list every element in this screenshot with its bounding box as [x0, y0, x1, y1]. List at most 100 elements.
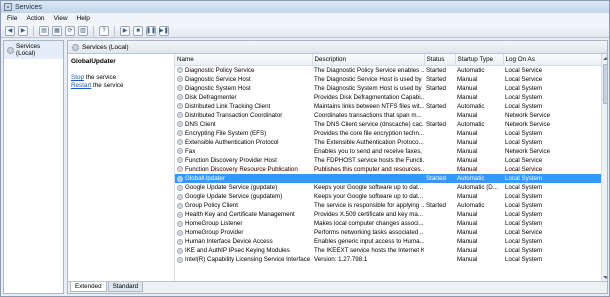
service-gear-icon: [177, 220, 183, 227]
console-tree: Services (Local): [3, 40, 64, 294]
menu-help[interactable]: Help: [77, 15, 90, 22]
cell-status: Started: [426, 84, 446, 92]
cell-log-on-as: Local System: [505, 220, 543, 228]
stop-service-link[interactable]: Stop: [71, 74, 84, 81]
service-gear-icon: [177, 238, 183, 245]
menu-action[interactable]: Action: [26, 15, 44, 22]
cell-status: [424, 228, 455, 237]
cell-startup-type: Automatic (D...: [457, 184, 498, 192]
cell-startup-type: Manual: [457, 84, 478, 92]
cell-status: [424, 183, 455, 192]
table-row[interactable]: Google Update Service (gupdatem) Keeps yo…: [175, 192, 602, 201]
tab-standard[interactable]: Standard: [107, 282, 144, 292]
table-row[interactable]: Function Discovery Resource Publication P…: [175, 165, 602, 174]
table-row[interactable]: Distributed Transaction Coordinator Coord…: [175, 111, 602, 120]
window-title: Services: [15, 3, 42, 11]
table-row[interactable]: Encrypting File System (EFS) Provides the…: [175, 129, 602, 138]
table-row[interactable]: Function Discovery Provider Host The FDPH…: [175, 156, 602, 165]
column-header-startup-type[interactable]: Startup Type: [455, 54, 504, 66]
menu-view[interactable]: View: [54, 15, 68, 22]
start-icon[interactable]: ▶: [120, 25, 130, 36]
column-header-description[interactable]: Description: [312, 54, 425, 66]
cell-name: Google Update Service (gupdate): [175, 183, 312, 192]
table-row[interactable]: Diagnostic System Host The Diagnostic Sys…: [175, 84, 602, 93]
service-gear-icon: [177, 247, 183, 254]
service-gear-icon: [177, 256, 183, 263]
vertical-scrollbar[interactable]: [601, 54, 607, 282]
cell-startup-type: Manual: [457, 229, 478, 237]
scrollbar-thumb[interactable]: [603, 64, 607, 104]
cell-description: [312, 174, 424, 184]
cell-startup-type: Manual: [457, 147, 478, 155]
service-details-pane: GlobalUpdater Stop the service Restart t…: [68, 54, 173, 282]
stop-action-text: the service: [83, 74, 117, 81]
forward-icon[interactable]: ▶: [18, 25, 28, 36]
service-gear-icon: [177, 193, 183, 200]
cell-name: Function Discovery Resource Publication: [175, 165, 312, 174]
scroll-up-icon[interactable]: [603, 57, 607, 60]
cell-status: [424, 192, 455, 201]
cell-log-on-as: Local System: [505, 184, 543, 192]
scroll-down-icon[interactable]: [603, 276, 607, 279]
table-row[interactable]: HomeGroup Provider Performs networking ta…: [175, 228, 602, 237]
service-name: Human Interface Device Access: [185, 238, 273, 246]
restart-service-link[interactable]: Restart: [71, 82, 91, 89]
stop-icon[interactable]: ■: [133, 25, 143, 36]
pause-icon[interactable]: ❚❚: [146, 25, 156, 36]
cell-log-on-as: Local Service: [505, 66, 543, 74]
cell-log-on-as: Local System: [505, 193, 543, 201]
table-row[interactable]: Distributed Link Tracking Client Maintain…: [175, 102, 602, 111]
service-gear-icon: [177, 121, 183, 128]
help-icon[interactable]: ?: [99, 25, 109, 36]
table-row[interactable]: Fax Enables you to send and receive faxes…: [175, 147, 602, 156]
table-row[interactable]: Diagnostic Service Host The Diagnostic Se…: [175, 75, 602, 84]
tab-extended[interactable]: Extended: [70, 282, 107, 292]
view-tabs: Extended Standard: [68, 281, 607, 293]
console-tree-icon[interactable]: ▤: [39, 25, 49, 36]
cell-status: [424, 246, 455, 255]
cell-status: Started: [426, 202, 446, 210]
table-row[interactable]: Google Update Service (gupdate) Keeps you…: [175, 183, 602, 192]
table-row[interactable]: Intel(R) Capability Licensing Service In…: [175, 255, 602, 264]
cell-status: Started: [424, 174, 455, 184]
table-row[interactable]: Disk Defragmenter Provides Disk Defragmen…: [175, 93, 602, 102]
cell-startup-type: Manual: [457, 220, 478, 228]
service-gear-icon: [177, 157, 183, 164]
service-gear-icon: [177, 130, 183, 137]
service-name: Distributed Transaction Coordinator: [185, 111, 283, 119]
cell-status: [424, 147, 455, 156]
toolbar: ◀ ▶ ▤ ▦ ⟳ ▥ ? ▶ ■ ❚❚ ▶❚: [1, 24, 609, 38]
table-row[interactable]: DNS Client The DNS Client service (dnscac…: [175, 120, 602, 129]
service-name: HomeGroup Provider: [185, 229, 244, 237]
table-row[interactable]: Group Policy Client The service is respon…: [175, 201, 602, 210]
service-gear-icon: [177, 76, 183, 83]
back-icon[interactable]: ◀: [5, 25, 15, 36]
refresh-icon[interactable]: ⟳: [65, 25, 75, 36]
table-row[interactable]: GlobalUpdater Started Automatic Local Syste…: [175, 174, 602, 184]
cell-log-on-as: Local Service: [505, 229, 543, 237]
cell-log-on-as: Local System: [505, 93, 543, 101]
column-header-log-on-as[interactable]: Log On As: [503, 54, 603, 66]
table-row[interactable]: IKE and AuthIP IPsec Keying Modules The I…: [175, 246, 602, 255]
table-row[interactable]: Extensible Authentication Protocol The Ex…: [175, 138, 602, 147]
table-header-row: Name Description Status Startup Type Log…: [175, 54, 603, 66]
column-header-name[interactable]: Name: [175, 54, 313, 66]
cell-startup-type: Manual: [457, 93, 478, 101]
cell-name: Distributed Transaction Coordinator: [175, 111, 312, 120]
tree-item-services-local[interactable]: Services (Local): [4, 41, 63, 59]
column-header-status[interactable]: Status: [424, 54, 456, 66]
table-row[interactable]: Human Interface Device Access Enables gen…: [175, 237, 602, 246]
service-name: Encrypting File System (EFS): [185, 129, 267, 137]
properties-icon[interactable]: ▦: [52, 25, 62, 36]
restart-icon[interactable]: ▶❚: [159, 25, 169, 36]
table-row[interactable]: Health Key and Certificate Management Pro…: [175, 210, 602, 219]
table-row[interactable]: HomeGroup Listener Makes local computer c…: [175, 219, 602, 228]
table-row[interactable]: Diagnostic Policy Service The Diagnostic …: [175, 65, 602, 75]
services-table: Name Description Status Startup Type Log…: [175, 54, 603, 264]
cell-name: Diagnostic System Host: [175, 84, 312, 93]
selected-service-name: GlobalUpdater: [71, 58, 116, 65]
service-name: Distributed Link Tracking Client: [185, 102, 271, 110]
export-icon[interactable]: ▥: [78, 25, 88, 36]
service-name: Extensible Authentication Protocol: [185, 138, 279, 146]
menu-file[interactable]: File: [7, 15, 17, 22]
